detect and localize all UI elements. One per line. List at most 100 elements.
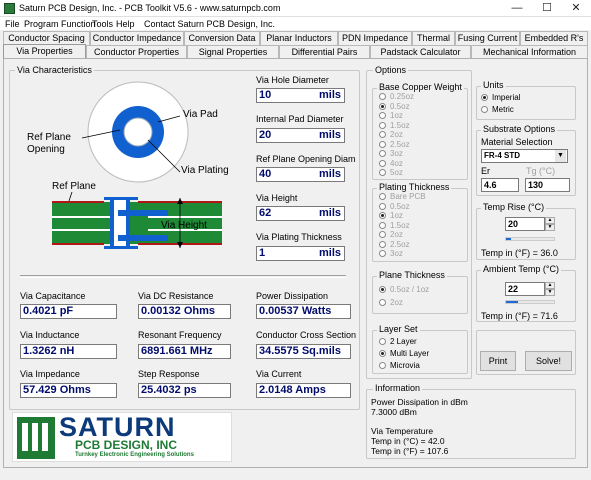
- radio-icon[interactable]: [379, 240, 386, 248]
- radio-icon[interactable]: [481, 105, 488, 113]
- temp-rise-slider[interactable]: [505, 237, 555, 241]
- tab-thermal[interactable]: Thermal: [412, 31, 455, 45]
- radio-icon[interactable]: [379, 337, 386, 345]
- plating-thickness-option[interactable]: 2oz: [379, 230, 426, 240]
- radio-icon[interactable]: [379, 361, 386, 369]
- label-step-response: Step Response: [138, 369, 200, 379]
- plating-thickness-option[interactable]: 1.5oz: [379, 221, 426, 231]
- tab-mechanical-information[interactable]: Mechanical Information: [471, 45, 588, 59]
- ambient-temp-slider[interactable]: [505, 300, 555, 304]
- close-button[interactable]: ✕: [561, 0, 591, 17]
- menu-file[interactable]: File: [5, 19, 20, 29]
- tab-pdn-impedance[interactable]: PDN Impedance: [338, 31, 412, 45]
- radio-icon[interactable]: [379, 159, 386, 167]
- logo-line2: PCB DESIGN, INC: [75, 438, 178, 452]
- units-option[interactable]: Metric: [481, 103, 520, 115]
- internal-pad-diameter-input[interactable]: 20 mils: [256, 128, 345, 143]
- temp-rise-input[interactable]: 20: [505, 217, 545, 231]
- menu-contact[interactable]: Contact Saturn PCB Design, Inc.: [144, 19, 275, 29]
- radio-icon[interactable]: [379, 231, 386, 239]
- spin-up-icon[interactable]: ▲: [545, 217, 555, 224]
- chevron-down-icon[interactable]: ▼: [555, 150, 566, 162]
- radio-icon[interactable]: [379, 102, 386, 110]
- radio-icon[interactable]: [379, 221, 386, 229]
- radio-icon[interactable]: [379, 112, 386, 120]
- plating-thickness-option[interactable]: 0.5oz: [379, 202, 426, 212]
- spin-down-icon[interactable]: ▼: [545, 224, 555, 231]
- spin-down-icon[interactable]: ▼: [545, 289, 555, 296]
- radio-icon[interactable]: [379, 193, 386, 201]
- info-line: Via Temperature: [371, 426, 434, 436]
- radio-icon[interactable]: [379, 150, 386, 158]
- base-copper-option[interactable]: 5oz: [379, 168, 414, 178]
- label-internal-pad-diameter: Internal Pad Diameter: [256, 114, 344, 124]
- tg-input[interactable]: 130: [525, 178, 570, 192]
- tab-conversion-data[interactable]: Conversion Data: [184, 31, 260, 45]
- tab-fusing-current[interactable]: Fusing Current: [455, 31, 520, 45]
- temp-rise-title: Temp Rise (°C): [481, 202, 547, 212]
- radio-icon[interactable]: [379, 93, 386, 101]
- tab-via-properties[interactable]: Via Properties: [3, 44, 86, 59]
- plating-thickness-option[interactable]: 3oz: [379, 249, 426, 259]
- info-line: Temp in (°C) = 42.0: [371, 436, 445, 446]
- solve-button[interactable]: Solve!: [525, 351, 572, 371]
- tab-conductor-properties[interactable]: Conductor Properties: [86, 45, 187, 59]
- ambient-temp-input[interactable]: 22: [505, 282, 545, 296]
- label-power-dissipation: Power Dissipation: [256, 291, 329, 301]
- units-option[interactable]: Imperial: [481, 91, 520, 103]
- plating-thickness-option[interactable]: 1oz: [379, 211, 426, 221]
- ambient-temp-title: Ambient Temp (°C): [481, 264, 561, 274]
- via-hole-diameter-input[interactable]: 10 mils: [256, 88, 345, 103]
- menu-help[interactable]: Help: [116, 19, 135, 29]
- tab-differential-pairs[interactable]: Differential Pairs: [279, 45, 370, 59]
- tab-padstack-calculator[interactable]: Padstack Calculator: [370, 45, 471, 59]
- plating-thickness-option[interactable]: 2.5oz: [379, 240, 426, 250]
- radio-icon[interactable]: [379, 250, 386, 258]
- base-copper-option[interactable]: 4oz: [379, 159, 414, 169]
- maximize-button[interactable]: ☐: [532, 0, 562, 17]
- plane-thickness-option[interactable]: 2oz: [379, 296, 429, 309]
- radio-icon[interactable]: [379, 202, 386, 210]
- base-copper-option[interactable]: 0.5oz: [379, 102, 414, 112]
- tab-conductor-impedance[interactable]: Conductor Impedance: [90, 31, 184, 45]
- layer-set-option-label: Microvia: [390, 360, 420, 370]
- layer-set-option[interactable]: 2 Layer: [379, 335, 429, 347]
- plating-thickness-title: Plating Thickness: [377, 182, 452, 192]
- radio-icon[interactable]: [379, 212, 386, 220]
- minimize-button[interactable]: —: [502, 0, 532, 17]
- plating-thickness-option[interactable]: Bare PCB: [379, 192, 426, 202]
- ref-plane-opening-diam-input[interactable]: 40 mils: [256, 167, 345, 182]
- plane-thickness-option[interactable]: 0.5oz / 1oz: [379, 283, 429, 296]
- base-copper-option[interactable]: 3oz: [379, 149, 414, 159]
- via-height-input[interactable]: 62 mils: [256, 206, 345, 221]
- saturn-logo: SATURN PCB DESIGN, INC Turnkey Electroni…: [12, 412, 232, 462]
- radio-icon[interactable]: [379, 286, 386, 293]
- radio-icon[interactable]: [481, 93, 488, 101]
- via-plating-thickness-input[interactable]: 1 mils: [256, 246, 345, 261]
- units-title: Units: [481, 80, 506, 90]
- radio-icon[interactable]: [379, 299, 386, 306]
- radio-icon[interactable]: [379, 131, 386, 139]
- er-input[interactable]: 4.6: [481, 178, 519, 192]
- layer-set-option[interactable]: Microvia: [379, 359, 429, 371]
- print-button[interactable]: Print: [480, 351, 516, 371]
- layer-set-option[interactable]: Multi Layer: [379, 347, 429, 359]
- material-select[interactable]: FR-4 STD ▼: [481, 149, 568, 163]
- er-label: Er: [481, 166, 490, 176]
- tab-conductor-spacing[interactable]: Conductor Spacing: [3, 31, 90, 45]
- base-copper-option[interactable]: 0.25oz: [379, 92, 414, 102]
- menu-program-function[interactable]: Program Function: [24, 19, 96, 29]
- spin-up-icon[interactable]: ▲: [545, 282, 555, 289]
- base-copper-option[interactable]: 2oz: [379, 130, 414, 140]
- menu-tools[interactable]: Tools: [92, 19, 113, 29]
- base-copper-option[interactable]: 1oz: [379, 111, 414, 121]
- base-copper-option[interactable]: 2.5oz: [379, 140, 414, 150]
- base-copper-option[interactable]: 1.5oz: [379, 121, 414, 131]
- radio-icon[interactable]: [379, 349, 386, 357]
- radio-icon[interactable]: [379, 169, 386, 177]
- tab-embedded-rs[interactable]: Embedded R's: [520, 31, 588, 45]
- tab-signal-properties[interactable]: Signal Properties: [187, 45, 279, 59]
- radio-icon[interactable]: [379, 140, 386, 148]
- radio-icon[interactable]: [379, 121, 386, 129]
- tab-planar-inductors[interactable]: Planar Inductors: [260, 31, 338, 45]
